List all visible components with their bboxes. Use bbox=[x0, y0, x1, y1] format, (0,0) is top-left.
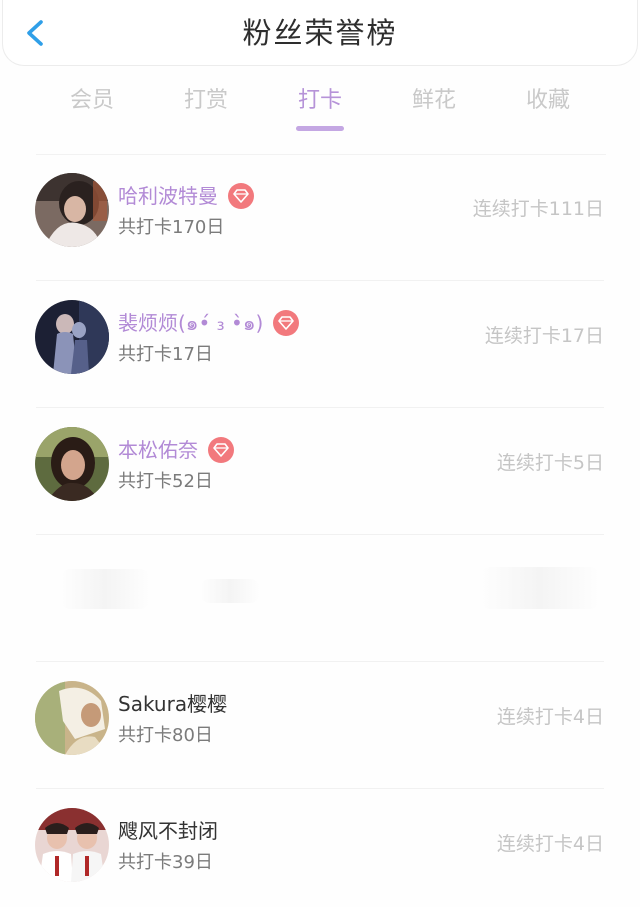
avatar[interactable] bbox=[35, 808, 109, 882]
streak-checkin: 连续打卡17日 bbox=[484, 325, 604, 347]
tab-checkin[interactable]: 打卡 bbox=[270, 84, 370, 131]
streak-checkin: 连续打卡4日 bbox=[496, 706, 604, 728]
fan-name: Sakura樱樱 bbox=[118, 692, 228, 716]
diamond-badge-icon bbox=[273, 310, 300, 336]
active-tab-indicator bbox=[296, 126, 344, 131]
avatar[interactable] bbox=[35, 300, 109, 374]
fan-name: 本松佑奈 bbox=[118, 438, 198, 462]
tab-label: 收藏 bbox=[525, 88, 570, 113]
tab-label: 鲜花 bbox=[411, 88, 456, 113]
tab-label: 会员 bbox=[69, 88, 114, 113]
list-item[interactable]: 本松佑奈 共打卡52日 连续打卡5日 bbox=[0, 408, 640, 535]
fan-name: 飕风不封闭 bbox=[118, 819, 218, 843]
tab-label: 打卡 bbox=[297, 88, 342, 113]
list-item[interactable]: 裴烦烦(๑•́ ₃ •̀๑) 共打卡17日 连续打卡17日 bbox=[0, 281, 640, 408]
avatar[interactable] bbox=[35, 681, 109, 755]
placeholder-row bbox=[0, 535, 640, 662]
fan-list: 哈利波特曼 共打卡170日 连续打卡111日 裴烦烦(๑•́ ₃ •̀๑) 共打… bbox=[0, 154, 640, 907]
placeholder-shape bbox=[200, 579, 260, 603]
tab-member[interactable]: 会员 bbox=[42, 84, 142, 118]
tab-favorites[interactable]: 收藏 bbox=[498, 84, 598, 118]
list-item[interactable]: Sakura樱樱 共打卡80日 连续打卡4日 bbox=[0, 662, 640, 789]
avatar[interactable] bbox=[35, 173, 109, 247]
tab-label: 打赏 bbox=[183, 88, 228, 113]
tab-flowers[interactable]: 鲜花 bbox=[384, 84, 484, 118]
avatar[interactable] bbox=[35, 427, 109, 501]
total-checkin: 共打卡52日 bbox=[118, 471, 213, 492]
fan-name: 哈利波特曼 bbox=[118, 184, 218, 208]
diamond-badge-icon bbox=[208, 437, 234, 463]
total-checkin: 共打卡17日 bbox=[118, 344, 213, 365]
total-checkin: 共打卡39日 bbox=[118, 852, 213, 873]
placeholder-shape bbox=[480, 567, 600, 609]
list-item[interactable]: 飕风不封闭 共打卡39日 连续打卡4日 bbox=[0, 789, 640, 907]
total-checkin: 共打卡80日 bbox=[118, 725, 213, 746]
fan-name: 裴烦烦(๑•́ ₃ •̀๑) bbox=[118, 311, 264, 335]
streak-checkin: 连续打卡4日 bbox=[496, 833, 604, 855]
placeholder-shape bbox=[60, 569, 150, 609]
list-item[interactable]: 哈利波特曼 共打卡170日 连续打卡111日 bbox=[0, 154, 640, 281]
top-bar: 粉丝荣誉榜 bbox=[2, 0, 638, 66]
tab-reward[interactable]: 打赏 bbox=[156, 84, 256, 118]
page-title: 粉丝荣誉榜 bbox=[242, 16, 398, 50]
total-checkin: 共打卡170日 bbox=[118, 217, 225, 238]
tab-bar: 会员 打赏 打卡 鲜花 收藏 bbox=[0, 84, 640, 134]
diamond-badge-icon bbox=[228, 183, 254, 209]
streak-checkin: 连续打卡5日 bbox=[496, 452, 604, 474]
streak-checkin: 连续打卡111日 bbox=[472, 198, 604, 220]
